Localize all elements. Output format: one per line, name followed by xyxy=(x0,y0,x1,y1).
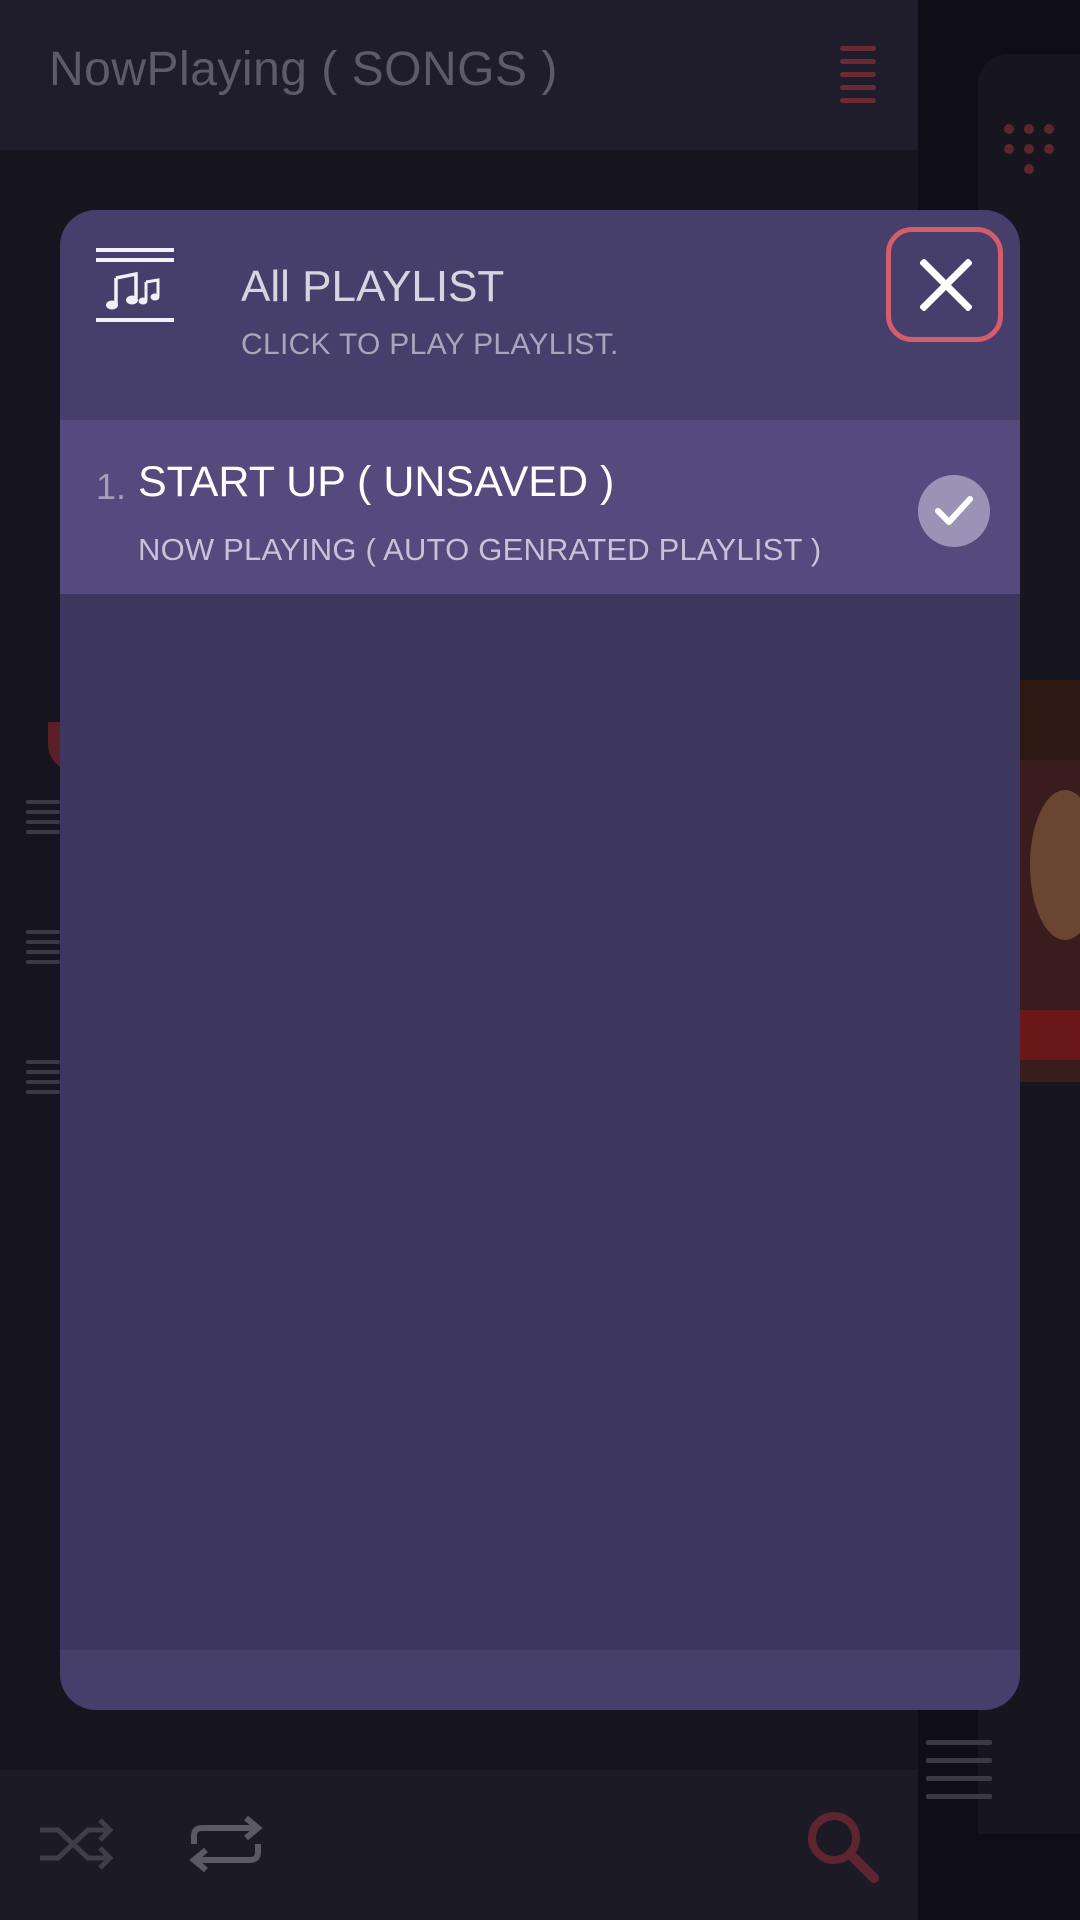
close-icon xyxy=(920,259,972,311)
playlist-item-subtitle: NOW PLAYING ( AUTO GENRATED PLAYLIST ) xyxy=(138,532,822,567)
drag-handle-icon xyxy=(26,800,62,840)
shuffle-icon[interactable] xyxy=(38,1814,114,1874)
dialog-header: All PLAYLIST CLICK TO PLAY PLAYLIST. xyxy=(60,210,1020,420)
selected-check-icon xyxy=(918,475,990,547)
drag-handle-icon xyxy=(26,1060,62,1100)
playlist-item[interactable]: 1. START UP ( UNSAVED ) NOW PLAYING ( AU… xyxy=(60,420,1020,594)
playlist-dialog: All PLAYLIST CLICK TO PLAY PLAYLIST. 1. … xyxy=(60,210,1020,1710)
playlist-item-title: START UP ( UNSAVED ) xyxy=(138,458,615,506)
search-icon[interactable] xyxy=(802,1806,882,1886)
close-button[interactable] xyxy=(886,227,1003,342)
playlist-item-index: 1. xyxy=(96,466,127,507)
drag-handle-icon xyxy=(26,930,62,970)
menu-icon[interactable] xyxy=(836,44,882,106)
dialog-footer xyxy=(60,1650,1020,1710)
repeat-icon[interactable] xyxy=(186,1814,266,1874)
bottom-bar xyxy=(0,1770,918,1920)
dialog-title: All PLAYLIST xyxy=(241,262,505,311)
playlist-music-icon xyxy=(96,248,174,322)
dialog-subtitle: CLICK TO PLAY PLAYLIST. xyxy=(241,328,619,361)
app-header: NowPlaying ( SONGS ) xyxy=(0,0,918,150)
queue-icon[interactable] xyxy=(926,1740,996,1800)
dialpad-icon[interactable] xyxy=(1004,124,1060,180)
app-title: NowPlaying ( SONGS ) xyxy=(49,43,558,96)
album-art[interactable] xyxy=(1020,680,1080,1082)
